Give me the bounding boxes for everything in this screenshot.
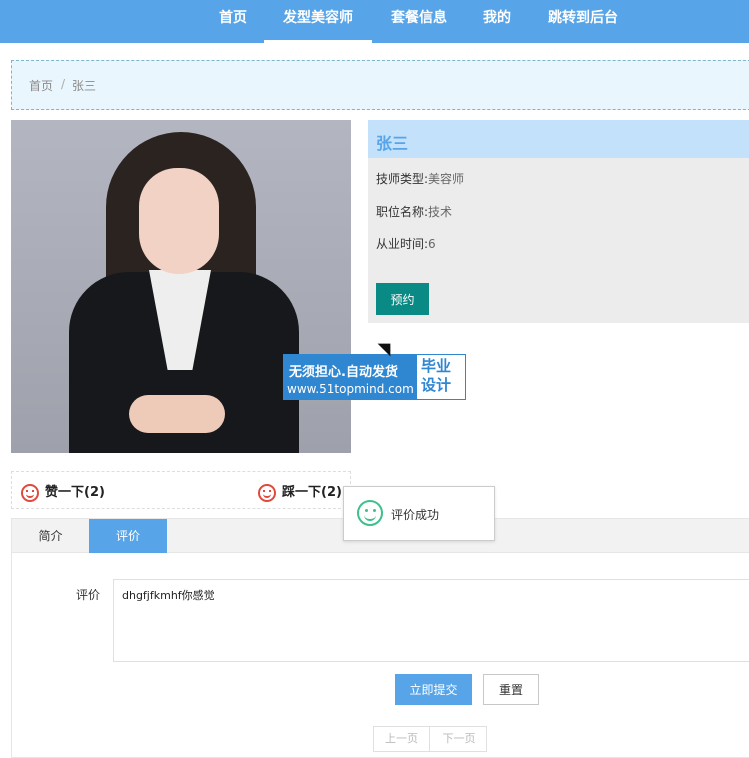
profile-years-label: 从业时间:	[376, 237, 429, 251]
breadcrumb-separator: /	[61, 77, 66, 91]
like-button[interactable]: 赞一下(2)	[21, 481, 105, 502]
review-label: 评价	[76, 588, 101, 602]
stylist-photo	[11, 120, 351, 453]
tab-reviews[interactable]: 评价	[89, 519, 167, 553]
profile-years-row: 从业时间:6	[376, 235, 436, 252]
profile-position-label: 职位名称:	[376, 205, 429, 219]
watermark-right: 毕业设计	[421, 357, 452, 394]
profile-header: 张三	[368, 120, 749, 158]
vote-bar: 赞一下(2) 踩一下(2)	[11, 471, 351, 509]
smile-icon	[258, 483, 276, 502]
smile-success-icon	[357, 500, 383, 526]
like-label: 赞一下(2)	[45, 485, 105, 500]
prev-page-button[interactable]: 上一页	[374, 727, 430, 751]
profile-position-value: 技术	[428, 205, 453, 219]
reset-button[interactable]: 重置	[483, 674, 539, 705]
detail-tabs: 简介 评价 评价 dhgfjfkmhf你感觉 立即提交 重置 上一页 下一页	[11, 518, 749, 758]
nav-item-home[interactable]: 首页	[208, 0, 258, 43]
nav-item-admin[interactable]: 跳转到后台	[535, 0, 631, 43]
dislike-label: 踩一下(2)	[282, 485, 342, 500]
breadcrumb: 首页 / 张三	[11, 60, 749, 110]
profile-type-row: 技师类型:美容师	[376, 170, 464, 187]
watermark-line1: 无须担心.自动发货	[289, 365, 398, 380]
next-page-button[interactable]: 下一页	[431, 727, 487, 751]
breadcrumb-home-link[interactable]: 首页	[29, 77, 53, 94]
profile-name: 张三	[376, 134, 409, 153]
toast-message: 评价成功	[391, 508, 440, 522]
profile-position-row: 职位名称:技术	[376, 203, 452, 220]
success-toast: 评价成功	[343, 486, 495, 541]
top-nav: 首页 发型美容师 套餐信息 我的 跳转到后台	[0, 0, 749, 43]
nav-item-packages[interactable]: 套餐信息	[380, 0, 458, 43]
profile-type-value: 美容师	[428, 172, 465, 186]
tab-intro[interactable]: 简介	[12, 519, 89, 553]
watermark-line2: www.51topmind.com	[287, 382, 414, 396]
profile-type-label: 技师类型:	[376, 172, 429, 186]
nav-item-stylists[interactable]: 发型美容师	[264, 0, 372, 43]
reserve-button[interactable]: 预约	[376, 283, 429, 315]
profile-years-value: 6	[428, 237, 436, 251]
nav-item-mine[interactable]: 我的	[474, 0, 520, 43]
submit-button[interactable]: 立即提交	[395, 674, 472, 705]
profile-panel: 张三 技师类型:美容师 职位名称:技术 从业时间:6 预约	[368, 120, 749, 323]
review-textarea[interactable]: dhgfjfkmhf你感觉	[113, 579, 749, 662]
breadcrumb-current: 张三	[72, 79, 97, 93]
smile-icon	[21, 483, 39, 502]
dislike-button[interactable]: 踩一下(2)	[258, 481, 342, 502]
pager: 上一页 下一页	[373, 726, 487, 752]
watermark-badge: 无须担心.自动发货 www.51topmind.com 毕业设计	[283, 354, 466, 400]
